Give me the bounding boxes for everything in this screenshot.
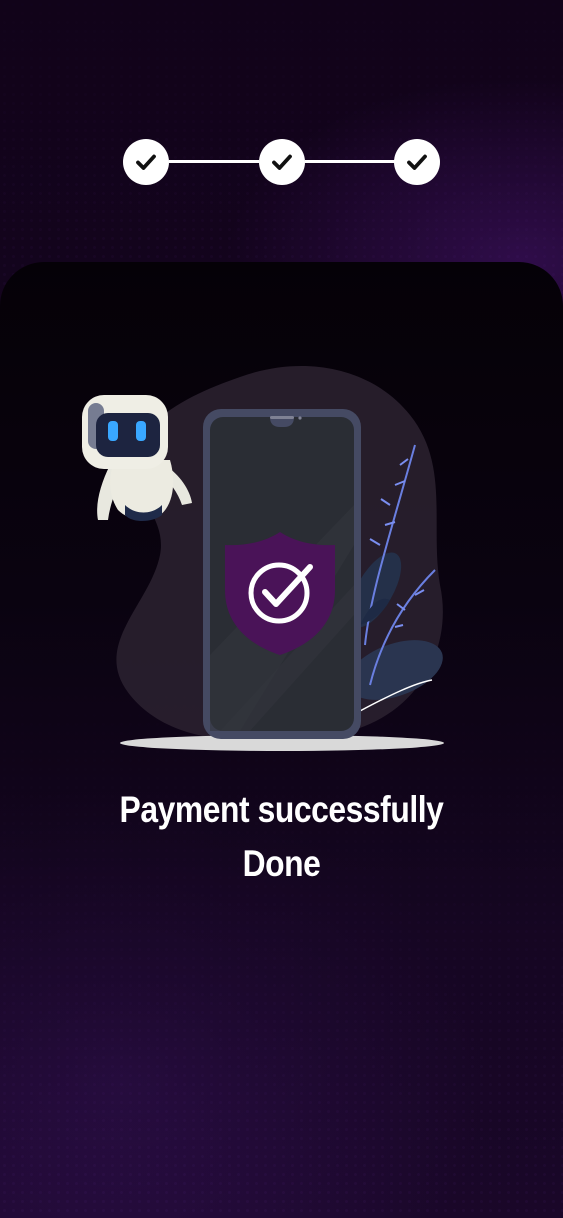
success-message-line-2: Done <box>242 843 321 884</box>
success-message: Payment successfully Done <box>74 783 489 891</box>
payment-success-illustration <box>82 365 444 751</box>
payment-success-screen: Payment successfully Done <box>0 0 563 1218</box>
success-message-line-1: Payment successfully <box>119 789 444 830</box>
step-1-completed <box>123 139 169 185</box>
step-connector-1 <box>169 160 259 163</box>
progress-stepper <box>123 139 440 185</box>
check-icon <box>136 154 156 170</box>
step-2-completed <box>259 139 305 185</box>
step-3-completed <box>394 139 440 185</box>
check-icon <box>407 154 427 170</box>
step-connector-2 <box>305 160 395 163</box>
check-icon <box>272 154 292 170</box>
